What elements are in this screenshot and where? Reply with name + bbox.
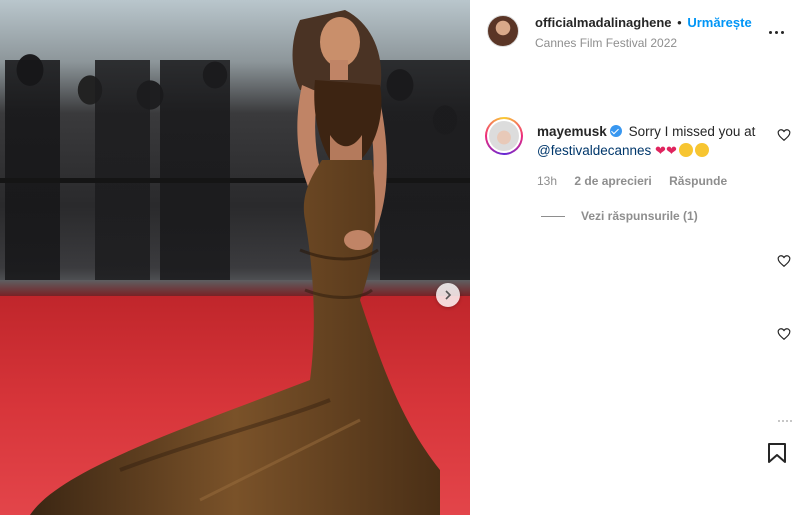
- like-button-3[interactable]: [777, 327, 791, 341]
- winking-face-emoji-2: [694, 143, 709, 157]
- woman-in-gown: [30, 10, 440, 515]
- author-row: officialmadalinaghene • Urmărește: [535, 15, 752, 30]
- replies-divider: [541, 215, 565, 217]
- commenter-avatar[interactable]: [485, 117, 523, 155]
- more-options-icon[interactable]: [766, 22, 786, 42]
- comment-text: Sorry I missed you at: [628, 124, 756, 139]
- like-button-2[interactable]: [777, 254, 791, 268]
- view-replies-button[interactable]: Vezi răspunsurile (1): [541, 209, 698, 223]
- post-photo[interactable]: [0, 0, 470, 515]
- comment-meta: 13h 2 de aprecieri Răspunde: [537, 174, 741, 188]
- comment-body: mayemusk Sorry I missed you at @festival…: [537, 122, 762, 161]
- winking-face-emoji-1: [678, 143, 693, 157]
- heart-emoji-2: ❤: [665, 144, 677, 159]
- reply-button[interactable]: Răspunde: [669, 174, 727, 188]
- post-location[interactable]: Cannes Film Festival 2022: [535, 36, 677, 50]
- save-button[interactable]: [767, 442, 787, 464]
- post-side-panel: officialmadalinaghene • Urmărește Cannes…: [470, 0, 800, 515]
- comment-time: 13h: [537, 174, 558, 188]
- author-username[interactable]: officialmadalinaghene: [535, 15, 672, 30]
- scroll-indicator: [778, 420, 792, 422]
- bookmark-icon: [768, 443, 786, 463]
- heart-emoji-1: ❤: [655, 144, 666, 159]
- verified-badge-icon: [609, 125, 622, 137]
- separator-dot: •: [677, 15, 682, 30]
- heart-icon: [777, 129, 791, 142]
- view-replies-label: Vezi răspunsurile (1): [581, 209, 698, 223]
- heart-icon: [777, 255, 791, 268]
- comment-like-button[interactable]: [777, 128, 791, 142]
- comment-likes[interactable]: 2 de aprecieri: [574, 174, 651, 188]
- post-header: officialmadalinaghene • Urmărește Cannes…: [470, 0, 800, 62]
- heart-icon: [777, 328, 791, 341]
- carousel-next-button[interactable]: [436, 283, 460, 307]
- chevron-right-icon: [445, 290, 452, 300]
- comment-username[interactable]: mayemusk: [537, 124, 607, 139]
- follow-button[interactable]: Urmărește: [687, 15, 751, 30]
- comment-mention[interactable]: @festivaldecannes: [537, 143, 651, 158]
- author-avatar[interactable]: [487, 15, 519, 47]
